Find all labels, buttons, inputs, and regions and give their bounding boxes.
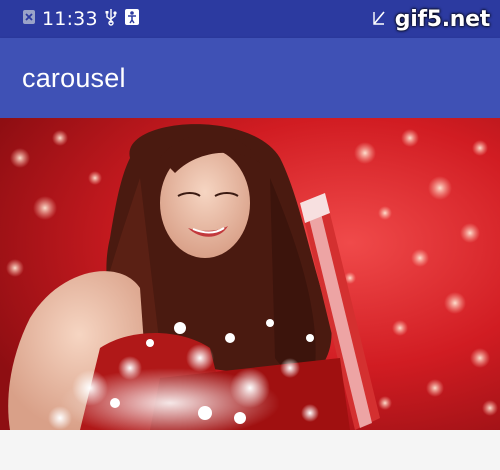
app-bar: carousel (0, 38, 500, 118)
status-left: 11:33 (0, 8, 140, 30)
watermark-text: gif5.net (394, 6, 491, 32)
accessibility-icon (124, 8, 140, 30)
status-right: gif5.net (371, 6, 490, 32)
carousel-image (0, 118, 500, 430)
content-area (0, 430, 500, 470)
no-signal-icon (371, 8, 387, 30)
status-bar: 11:33 gif5.net (0, 0, 500, 38)
close-box-icon (22, 9, 36, 29)
usb-icon (104, 8, 118, 30)
app-title: carousel (22, 62, 126, 93)
status-time: 11:33 (42, 8, 98, 30)
carousel[interactable] (0, 118, 500, 430)
